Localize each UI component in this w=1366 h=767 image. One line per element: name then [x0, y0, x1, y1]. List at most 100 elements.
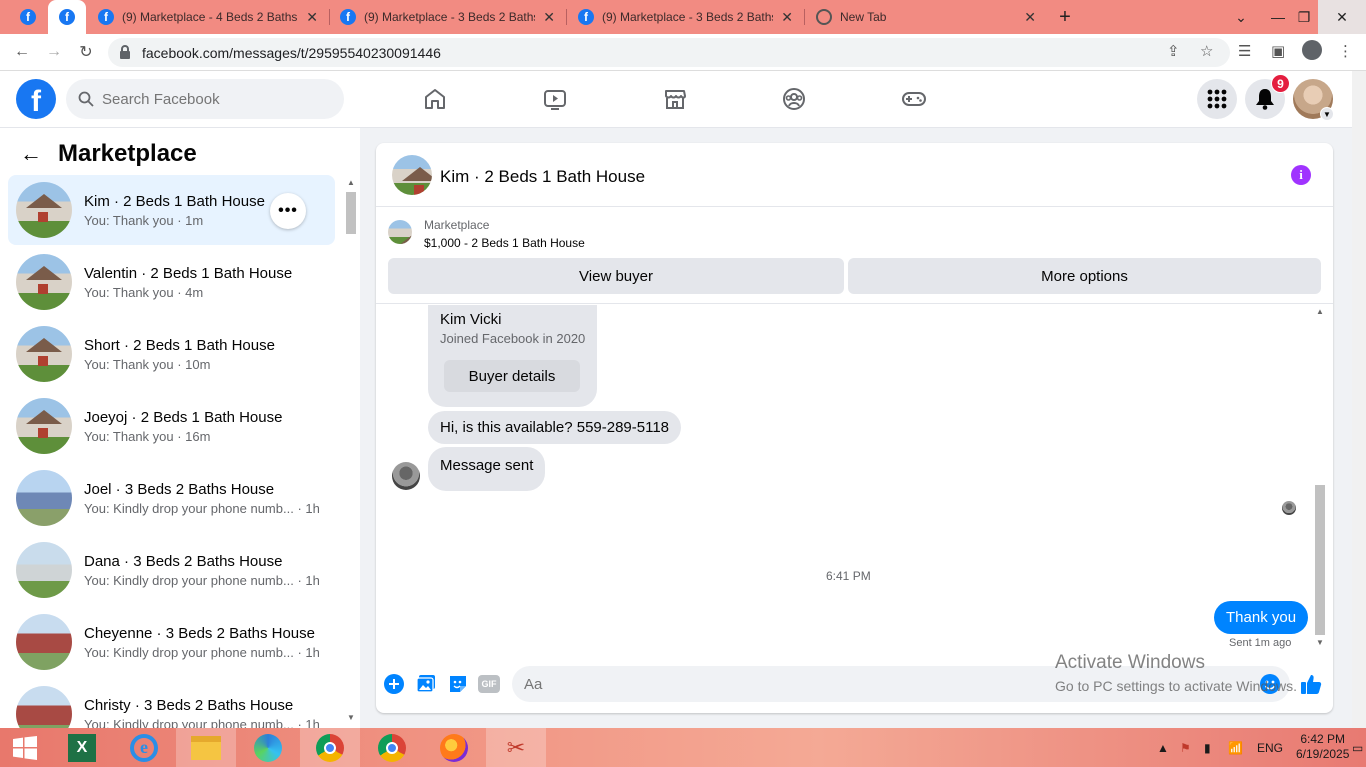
conversation-preview: You: Kindly drop your phone numb... · 1h [84, 644, 320, 660]
browser-tab-3[interactable]: f (9) Marketplace - 4 Beds 2 Baths ✕ [88, 0, 328, 34]
url-text[interactable]: facebook.com/messages/t/2959554023009144… [142, 45, 441, 61]
system-clock[interactable]: 6:42 PM 6/19/2025 [1296, 732, 1349, 762]
browser-tab-4[interactable]: f (9) Marketplace - 3 Beds 2 Baths ✕ [330, 0, 565, 34]
conversation-name: Valentin · 2 Beds 1 Bath House [84, 264, 293, 282]
browser-tab-1[interactable]: f [8, 0, 48, 34]
share-icon[interactable]: ⇪ [1167, 42, 1180, 60]
back-arrow-icon[interactable]: ← [9, 40, 35, 64]
emoji-icon[interactable] [1259, 673, 1281, 695]
browser-tab-5[interactable]: f (9) Marketplace - 3 Beds 2 Baths ✕ [568, 0, 803, 34]
chat-avatar[interactable] [392, 155, 432, 195]
chrome-app-icon-active[interactable] [300, 728, 360, 767]
lock-icon[interactable] [120, 44, 130, 59]
thread-scrollbar[interactable]: ▲ ▼ [1314, 305, 1326, 650]
firefox-app-icon[interactable] [424, 728, 484, 767]
chat-title[interactable]: Kim · 2 Beds 1 Bath House [440, 167, 645, 187]
start-button[interactable] [0, 728, 50, 767]
scroll-up-arrow-icon[interactable]: ▲ [1316, 307, 1324, 316]
reload-icon[interactable]: ↻ [73, 40, 99, 64]
snipping-tool-icon[interactable]: ✂ [486, 728, 546, 767]
internet-explorer-icon[interactable]: e [114, 728, 174, 767]
conversation-item[interactable]: Valentin · 2 Beds 1 Bath House You: Than… [8, 247, 335, 317]
conversation-item[interactable]: Short · 2 Beds 1 Bath House You: Thank y… [8, 319, 335, 389]
close-tab-icon[interactable]: ✕ [1024, 9, 1036, 26]
scrollbar-thumb[interactable] [346, 192, 356, 234]
signal-icon[interactable]: 📶 [1228, 728, 1243, 767]
message-input[interactable] [512, 666, 1290, 702]
browser-tab-2-active[interactable]: f [48, 0, 86, 34]
new-tab-button[interactable]: + [1052, 0, 1078, 34]
file-explorer-icon[interactable] [176, 728, 236, 767]
search-input[interactable] [102, 90, 322, 108]
conversation-preview: You: Kindly drop your phone numb... · 1h [84, 572, 320, 588]
buyer-avatar[interactable] [392, 462, 420, 490]
close-window-icon[interactable]: ✕ [1318, 0, 1366, 34]
conversation-item[interactable]: Joeyoj · 2 Beds 1 Bath House You: Thank … [8, 391, 335, 461]
reading-list-icon[interactable]: ☰ [1238, 42, 1251, 60]
side-panel-icon[interactable]: ▣ [1271, 42, 1285, 60]
address-bar[interactable]: facebook.com/messages/t/2959554023009144… [108, 38, 1230, 67]
buyer-details-button[interactable]: Buyer details [444, 360, 580, 392]
more-options-button[interactable]: More options [848, 258, 1321, 294]
network-flag-icon[interactable]: ⚑ [1180, 728, 1191, 767]
profile-icon[interactable] [1302, 40, 1322, 60]
chat-header: Kim · 2 Beds 1 Bath House i [376, 143, 1333, 207]
scroll-down-arrow-icon[interactable]: ▼ [347, 713, 355, 722]
chrome-app-icon[interactable] [362, 728, 422, 767]
sidebar-scrollbar[interactable]: ▲ ▼ [345, 178, 357, 723]
notifications-center-icon[interactable]: ▭ [1352, 728, 1363, 767]
home-icon[interactable] [421, 85, 449, 113]
menu-grid-button[interactable] [1197, 79, 1237, 119]
language-indicator[interactable]: ENG [1257, 728, 1283, 767]
buyer-profile-card: Kim Vicki Joined Facebook in 2020 Buyer … [428, 305, 597, 407]
battery-icon[interactable]: ▮ [1204, 728, 1211, 767]
sticker-icon[interactable] [447, 673, 469, 695]
chrome-menu-icon[interactable]: ⋮ [1338, 42, 1353, 60]
restore-window-icon[interactable]: ❐ [1292, 0, 1316, 34]
bookmark-star-icon[interactable]: ☆ [1200, 42, 1213, 60]
scroll-down-arrow-icon[interactable]: ▼ [1316, 638, 1324, 647]
edge-browser-icon[interactable] [238, 728, 298, 767]
conversation-name: Cheyenne · 3 Beds 2 Baths House [84, 624, 315, 642]
browser-tab-strip: f f f (9) Marketplace - 4 Beds 2 Baths ✕… [0, 0, 1366, 34]
conversation-item[interactable]: Joel · 3 Beds 2 Baths House You: Kindly … [8, 463, 335, 533]
facebook-logo-icon[interactable]: f [16, 79, 56, 119]
listing-thumbnail [16, 686, 72, 728]
marketplace-store-icon[interactable] [661, 85, 689, 113]
conversation-item[interactable]: Christy · 3 Beds 2 Baths House You: Kind… [8, 679, 335, 728]
back-arrow-icon[interactable]: ← [20, 141, 42, 167]
search-box[interactable] [66, 79, 344, 119]
conversation-item[interactable]: Cheyenne · 3 Beds 2 Baths House You: Kin… [8, 607, 335, 677]
conversation-preview: You: Kindly drop your phone numb... · 1h [84, 500, 320, 516]
scroll-up-arrow-icon[interactable]: ▲ [347, 178, 355, 187]
page-scrollbar[interactable] [1352, 71, 1366, 728]
chevron-down-icon[interactable]: ▼ [1320, 107, 1334, 121]
view-buyer-button[interactable]: View buyer [388, 258, 844, 294]
conversation-item[interactable]: Kim · 2 Beds 1 Bath House You: Thank you… [8, 175, 335, 245]
listing-thumbnail [16, 182, 72, 238]
tab-search-icon[interactable]: ⌄ [1230, 0, 1252, 34]
thumbs-up-icon[interactable] [1300, 673, 1322, 695]
excel-app-icon[interactable]: X [52, 728, 112, 767]
photo-icon[interactable] [415, 673, 437, 695]
gif-icon[interactable]: GIF [478, 675, 500, 693]
listing-thumbnail [16, 254, 72, 310]
scrollbar-thumb[interactable] [1315, 485, 1325, 635]
listing-thumbnail [16, 326, 72, 382]
clock-time: 6:42 PM [1300, 732, 1346, 746]
minimize-window-icon[interactable]: — [1265, 0, 1291, 34]
forward-arrow-icon[interactable]: → [41, 40, 67, 64]
watch-video-icon[interactable] [541, 85, 569, 113]
info-icon[interactable]: i [1291, 165, 1311, 185]
close-tab-icon[interactable]: ✕ [306, 9, 318, 26]
conversation-item[interactable]: Dana · 3 Beds 2 Baths House You: Kindly … [8, 535, 335, 605]
plus-circle-icon[interactable] [383, 673, 405, 695]
listing-price-title[interactable]: $1,000 - 2 Beds 1 Bath House [424, 236, 585, 250]
gaming-controller-icon[interactable] [900, 85, 928, 113]
conversation-more-button[interactable]: ••• [270, 193, 306, 229]
browser-tab-6[interactable]: New Tab ✕ [806, 0, 1046, 34]
show-hidden-icons-icon[interactable]: ▲ [1157, 728, 1169, 767]
groups-icon[interactable] [780, 85, 808, 113]
close-tab-icon[interactable]: ✕ [781, 9, 793, 26]
close-tab-icon[interactable]: ✕ [543, 9, 555, 26]
